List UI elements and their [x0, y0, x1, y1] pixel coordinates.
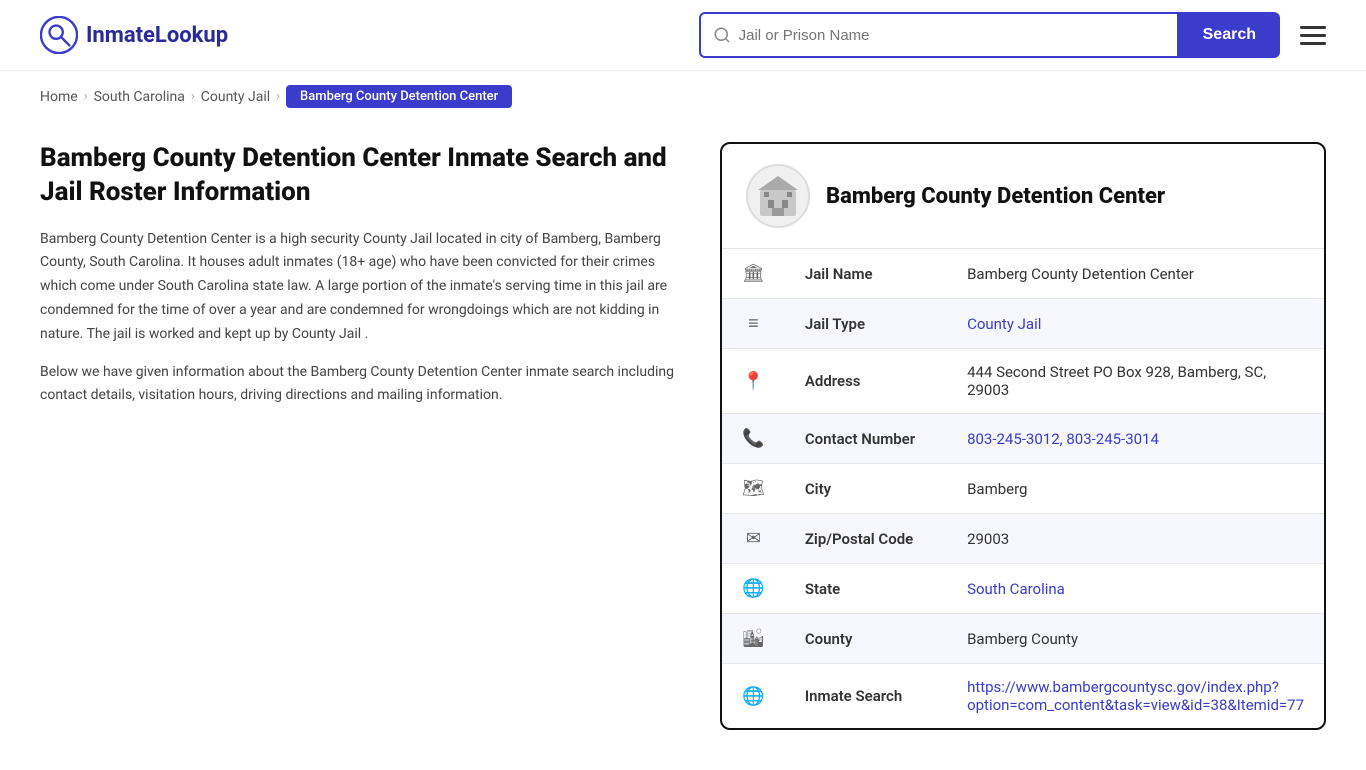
- table-row: 🗺 City Bamberg: [722, 464, 1324, 514]
- field-value: 444 Second Street PO Box 928, Bamberg, S…: [947, 349, 1324, 414]
- logo-link[interactable]: InmateLookup: [40, 16, 228, 54]
- field-value: 29003: [947, 514, 1324, 564]
- table-row: 📞 Contact Number 803-245-3012, 803-245-3…: [722, 414, 1324, 464]
- contact-number-link[interactable]: 803-245-3012, 803-245-3014: [967, 430, 1159, 448]
- logo-text: InmateLookup: [86, 23, 228, 48]
- info-card: Bamberg County Detention Center 🏛 Jail N…: [720, 142, 1326, 730]
- field-label: Inmate Search: [785, 664, 947, 729]
- phone-icon: 📞: [742, 428, 764, 449]
- jail-type-link[interactable]: County Jail: [967, 315, 1041, 333]
- field-value: Bamberg County: [947, 614, 1324, 664]
- field-value: Bamberg County Detention Center: [947, 249, 1324, 299]
- field-value: https://www.bambergcountysc.gov/index.ph…: [947, 664, 1324, 729]
- table-row: ✉ Zip/Postal Code 29003: [722, 514, 1324, 564]
- location-icon: 📍: [742, 371, 764, 392]
- table-row: 🌐 State South Carolina: [722, 564, 1324, 614]
- field-value: County Jail: [947, 299, 1324, 349]
- zip-icon: ✉: [746, 528, 761, 549]
- logo-icon: [40, 16, 78, 54]
- field-value: 803-245-3012, 803-245-3014: [947, 414, 1324, 464]
- search-button[interactable]: Search: [1179, 12, 1280, 58]
- search-input[interactable]: [739, 27, 1165, 44]
- search-icon: [713, 26, 731, 44]
- list-icon: ≡: [748, 313, 759, 334]
- state-link[interactable]: South Carolina: [967, 580, 1065, 598]
- table-row: 📍 Address 444 Second Street PO Box 928, …: [722, 349, 1324, 414]
- field-label: Address: [785, 349, 947, 414]
- search-area: Search: [699, 12, 1326, 58]
- menu-button[interactable]: [1300, 26, 1326, 45]
- table-row: 🌐 Inmate Search https://www.bambergcount…: [722, 664, 1324, 729]
- field-value: Bamberg: [947, 464, 1324, 514]
- facility-avatar: [746, 164, 810, 228]
- page-title: Bamberg County Detention Center Inmate S…: [40, 142, 680, 210]
- breadcrumb-home[interactable]: Home: [40, 89, 78, 105]
- page-desc-1: Bamberg County Detention Center is a hig…: [40, 228, 680, 347]
- field-label: Jail Name: [785, 249, 947, 299]
- breadcrumb-current: Bamberg County Detention Center: [286, 85, 512, 108]
- jail-icon: 🏛: [742, 263, 765, 284]
- city-icon: 🗺: [742, 478, 765, 499]
- info-card-header: Bamberg County Detention Center: [722, 144, 1324, 249]
- facility-name-header: Bamberg County Detention Center: [826, 184, 1165, 209]
- table-row: 🏙 County Bamberg County: [722, 614, 1324, 664]
- right-column: Bamberg County Detention Center 🏛 Jail N…: [720, 142, 1326, 730]
- search-wrapper: [699, 12, 1179, 58]
- county-icon: 🏙: [742, 628, 765, 649]
- table-row: 🏛 Jail Name Bamberg County Detention Cen…: [722, 249, 1324, 299]
- field-label: Jail Type: [785, 299, 947, 349]
- table-row: ≡ Jail Type County Jail: [722, 299, 1324, 349]
- hamburger-line: [1300, 42, 1326, 45]
- page-desc-2: Below we have given information about th…: [40, 361, 680, 409]
- breadcrumb-state[interactable]: South Carolina: [94, 89, 185, 105]
- breadcrumb-sep: ›: [276, 89, 280, 104]
- breadcrumb: Home › South Carolina › County Jail › Ba…: [0, 71, 1366, 122]
- field-label: Zip/Postal Code: [785, 514, 947, 564]
- field-label: Contact Number: [785, 414, 947, 464]
- hamburger-line: [1300, 34, 1326, 37]
- main-content: Bamberg County Detention Center Inmate S…: [0, 122, 1366, 770]
- field-value: South Carolina: [947, 564, 1324, 614]
- inmate-search-icon: 🌐: [742, 686, 764, 707]
- hamburger-line: [1300, 26, 1326, 29]
- breadcrumb-jail-type[interactable]: County Jail: [201, 89, 270, 105]
- facility-building-icon: [754, 172, 802, 220]
- header: InmateLookup Search: [0, 0, 1366, 71]
- info-table: 🏛 Jail Name Bamberg County Detention Cen…: [722, 249, 1324, 728]
- globe-icon: 🌐: [742, 578, 764, 599]
- field-label: City: [785, 464, 947, 514]
- field-label: County: [785, 614, 947, 664]
- breadcrumb-sep: ›: [84, 89, 88, 104]
- inmate-search-link[interactable]: https://www.bambergcountysc.gov/index.ph…: [967, 678, 1304, 714]
- breadcrumb-sep: ›: [191, 89, 195, 104]
- field-label: State: [785, 564, 947, 614]
- left-column: Bamberg County Detention Center Inmate S…: [40, 142, 680, 422]
